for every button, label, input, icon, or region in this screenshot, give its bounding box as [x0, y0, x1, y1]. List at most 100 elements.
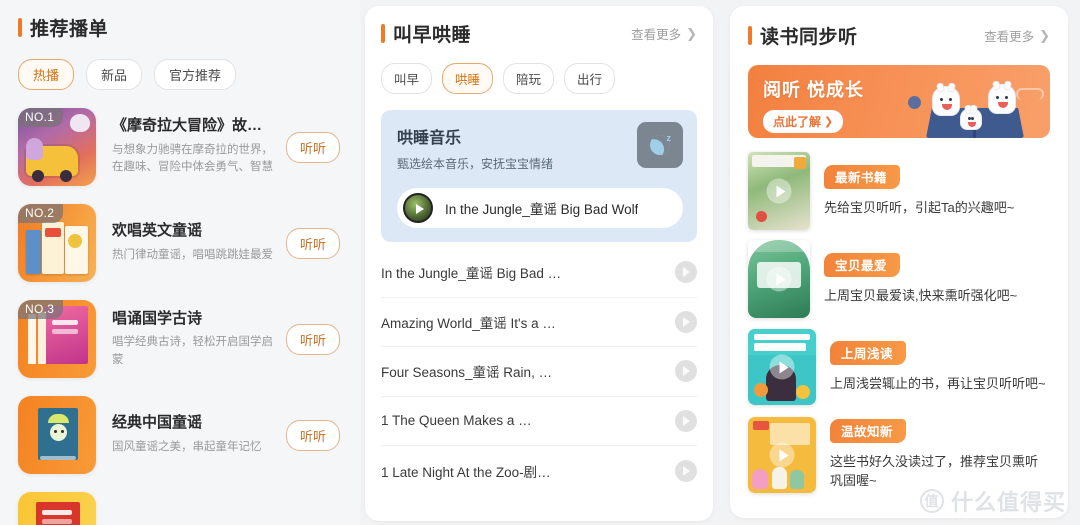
play-icon[interactable] [766, 266, 792, 292]
featured-sleep-music-card[interactable]: 哄睡音乐 甄选绘本音乐，安抚宝宝情绪 z In the Jungle_童谣 Bi… [381, 110, 697, 242]
play-icon[interactable] [675, 459, 697, 482]
seal-character-icon [988, 80, 1016, 114]
playlist-desc: 唱学经典古诗，轻松开启国学启蒙 [112, 335, 273, 366]
chevron-right-icon: ❯ [824, 116, 834, 128]
featured-track-name: In the Jungle_童谣 Big Bad Wolf [445, 202, 639, 217]
read-along-panel: 读书同步听 查看更多 ❯ 阅听 悦成长 点此了解 ❯ 最新书籍 先给宝贝听听，引… [720, 0, 1080, 525]
listen-button[interactable]: 听听 [285, 419, 340, 451]
playlist-name: 经典中国童谣 [112, 414, 203, 432]
col2-title-group: 叫早哄睡 [381, 20, 471, 47]
listen-button[interactable]: 听听 [285, 131, 340, 163]
play-icon[interactable] [675, 360, 697, 383]
status-badge: 上周浅读 [830, 340, 907, 365]
table-row[interactable]: In the Jungle_童谣 Big Bad … [381, 248, 697, 298]
col3-title-group: 读书同步听 [748, 22, 858, 49]
play-icon[interactable] [769, 354, 795, 380]
list-item[interactable]: 经典中国童谣 国风童谣之美，串起童年记忆 听听 [18, 396, 340, 474]
banner-cta-button[interactable]: 点此了解 ❯ [763, 110, 844, 133]
book-info: 最新书籍 先给宝贝听听，引起Ta的兴趣吧~ [810, 164, 1050, 218]
promo-banner[interactable]: 阅听 悦成长 点此了解 ❯ [748, 65, 1050, 138]
play-icon[interactable] [403, 193, 433, 223]
play-icon[interactable] [675, 409, 697, 432]
play-icon[interactable] [769, 442, 795, 468]
col2-filter-chips: 叫早 哄睡 陪玩 出行 [381, 63, 697, 94]
thumbnail-art-partial [18, 492, 96, 525]
book-desc: 上周浅尝辄止的书，再让宝贝听听吧~ [830, 375, 1046, 391]
playlist-info: 经典中国童谣 国风童谣之美，串起童年记忆 [96, 413, 276, 456]
book-info: 温故知新 这些书好久没读过了，推荐宝贝熏听巩固喔~ [816, 419, 1050, 491]
table-row[interactable]: 1 Late Night At the Zoo-剧… [381, 446, 697, 496]
status-badge: 宝贝最爱 [824, 252, 901, 277]
play-icon[interactable] [675, 310, 697, 333]
chip-sleep[interactable]: 哄睡 [442, 63, 494, 94]
playlist-thumbnail[interactable]: NO.1 [18, 108, 96, 186]
status-badge: 最新书籍 [824, 164, 901, 189]
playlist-info: 欢唱英文童谣 热门律动童谣，唱唱跳跳娃最爱 [96, 221, 276, 264]
track-name: 1 Late Night At the Zoo-剧… [381, 464, 551, 480]
section-title: 叫早哄睡 [393, 25, 472, 46]
app-screen: 推荐播单 热播 新品 官方推荐 NO.1 《摩奇拉大冒险》故事播单… 与想象力驰… [0, 0, 1080, 525]
seal-character-icon [932, 82, 960, 116]
moon-icon: z [637, 122, 683, 168]
book-desc: 先给宝贝听听，引起Ta的兴趣吧~ [824, 199, 1015, 215]
play-icon[interactable] [675, 261, 697, 284]
chip-new[interactable]: 新品 [86, 59, 143, 90]
page-title: 推荐播单 [30, 19, 109, 40]
list-item[interactable]: NO.3 唱诵国学古诗 唱学经典古诗，轻松开启国学启蒙 听听 [18, 300, 340, 378]
playlist-thumbnail[interactable] [18, 396, 96, 474]
track-name: Four Seasons_童谣 Rain, … [381, 365, 553, 381]
list-item[interactable] [18, 492, 340, 525]
playlist-thumbnail[interactable]: NO.3 [18, 300, 96, 378]
chip-travel[interactable]: 出行 [564, 63, 616, 94]
wakeup-sleep-panel: 叫早哄睡 查看更多 ❯ 叫早 哄睡 陪玩 出行 哄睡音乐 甄选绘本音乐，安抚宝宝… [360, 0, 720, 525]
rank-badge: NO.2 [18, 204, 64, 223]
status-badge: 温故知新 [830, 419, 907, 444]
view-more-label: 查看更多 [631, 28, 682, 42]
play-icon[interactable] [766, 178, 792, 204]
chevron-right-icon: ❯ [686, 25, 697, 41]
featured-track-row[interactable]: In the Jungle_童谣 Big Bad Wolf [397, 188, 683, 228]
list-item[interactable]: 宝贝最爱 上周宝贝最爱读,快来熏听强化吧~ [748, 240, 1050, 318]
book-cover[interactable] [748, 329, 816, 405]
track-list: In the Jungle_童谣 Big Bad … Amazing World… [381, 248, 697, 496]
book-cover[interactable] [748, 417, 816, 493]
playlist-info: 唱诵国学古诗 唱学经典古诗，轻松开启国学启蒙 [96, 309, 276, 370]
view-more-link[interactable]: 查看更多 ❯ [631, 24, 697, 43]
book-desc: 上周宝贝最爱读,快来熏听强化吧~ [824, 287, 1018, 303]
list-item[interactable]: 上周浅读 上周浅尝辄止的书，再让宝贝听听吧~ [748, 328, 1050, 406]
read-along-card: 读书同步听 查看更多 ❯ 阅听 悦成长 点此了解 ❯ 最新书籍 先给宝贝听听，引… [730, 6, 1068, 518]
book-cover[interactable] [748, 152, 810, 230]
chip-official[interactable]: 官方推荐 [154, 59, 237, 90]
chevron-right-icon: ❯ [1039, 27, 1050, 43]
list-item[interactable]: 最新书籍 先给宝贝听听，引起Ta的兴趣吧~ [748, 152, 1050, 230]
chip-play[interactable]: 陪玩 [503, 63, 555, 94]
list-item[interactable]: NO.1 《摩奇拉大冒险》故事播单… 与想象力驰骋在摩奇拉的世界，在趣味、冒险中… [18, 108, 340, 186]
view-more-label: 查看更多 [984, 30, 1035, 44]
track-name: 1 The Queen Makes a … [381, 413, 532, 429]
book-desc: 这些书好久没读过了，推荐宝贝熏听巩固喔~ [830, 454, 1039, 488]
listen-button[interactable]: 听听 [285, 227, 340, 259]
recommended-playlist-panel: 推荐播单 热播 新品 官方推荐 NO.1 《摩奇拉大冒险》故事播单… 与想象力驰… [0, 0, 360, 525]
playlist-desc: 热门律动童谣，唱唱跳跳娃最爱 [112, 248, 273, 261]
track-name: Amazing World_童谣 It's a … [381, 315, 556, 331]
list-item[interactable]: 温故知新 这些书好久没读过了，推荐宝贝熏听巩固喔~ [748, 416, 1050, 494]
list-item[interactable]: NO.2 欢唱英文童谣 热门律动童谣，唱唱跳跳娃最爱 听听 [18, 204, 340, 282]
table-row[interactable]: Four Seasons_童谣 Rain, … [381, 347, 697, 397]
playlist-desc: 与想象力驰骋在摩奇拉的世界，在趣味、冒险中体会勇气、智慧与行动的力量。… [112, 143, 273, 174]
rank-badge: NO.3 [18, 300, 64, 319]
view-more-link[interactable]: 查看更多 ❯ [984, 26, 1050, 45]
wakeup-sleep-card: 叫早哄睡 查看更多 ❯ 叫早 哄睡 陪玩 出行 哄睡音乐 甄选绘本音乐，安抚宝宝… [365, 6, 713, 521]
chip-hot[interactable]: 热播 [18, 59, 75, 90]
col1-title-group: 推荐播单 [18, 14, 108, 41]
chip-wakeup[interactable]: 叫早 [381, 63, 433, 94]
table-row[interactable]: 1 The Queen Makes a … [381, 397, 697, 446]
playlist-thumbnail[interactable] [18, 492, 96, 525]
book-cover[interactable] [748, 240, 810, 318]
playlist-thumbnail[interactable]: NO.2 [18, 204, 96, 282]
banner-illustration [908, 76, 1044, 138]
playlist-name: 唱诵国学古诗 [112, 309, 203, 327]
playlist-name: 《摩奇拉大冒险》故事播单… [112, 117, 276, 135]
listen-button[interactable]: 听听 [285, 323, 340, 355]
table-row[interactable]: Amazing World_童谣 It's a … [381, 298, 697, 347]
title-accent-bar [748, 26, 752, 45]
